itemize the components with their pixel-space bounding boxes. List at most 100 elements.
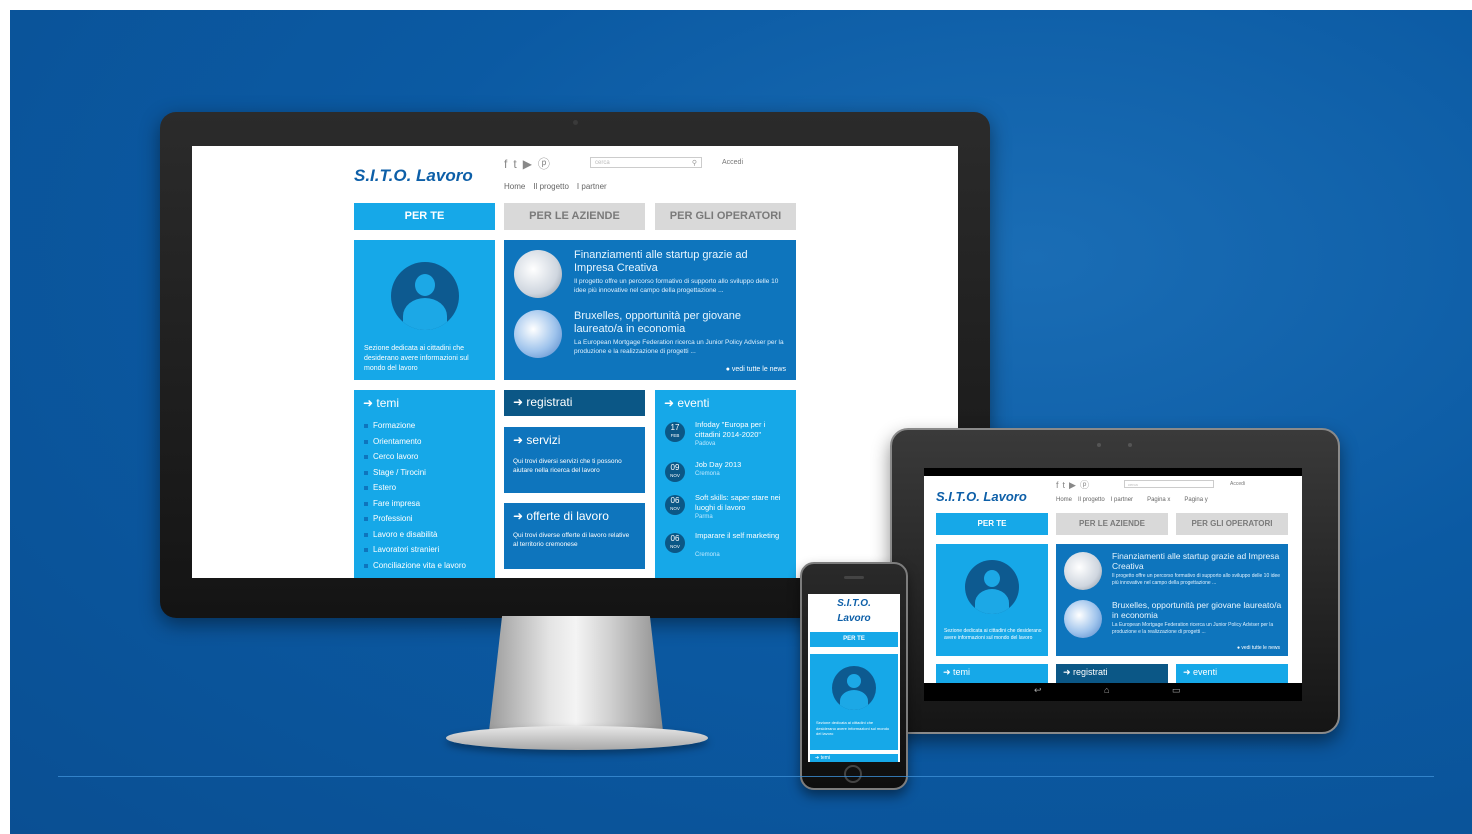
temi-item[interactable]: Cerco lavoro: [364, 449, 466, 465]
per-te-box[interactable]: Sezione dedicata ai cittadini che deside…: [354, 240, 495, 380]
nav-pagina-y[interactable]: Pagina y: [1184, 497, 1207, 503]
per-te-box[interactable]: Sezione dedicata ai cittadini che deside…: [936, 544, 1048, 656]
pinterest-icon[interactable]: ⓟ: [538, 157, 556, 171]
eventi-heading[interactable]: ➜ eventi: [664, 396, 709, 410]
site-logo[interactable]: S.I.T.O. Lavoro: [808, 596, 900, 626]
tab-per-te[interactable]: PER TE: [354, 203, 495, 230]
home-icon[interactable]: ⌂: [1104, 685, 1109, 695]
event-title: Infoday "Europa per i cittadini 2014-202…: [695, 420, 766, 439]
top-nav: Home Il progetto I partner Pagina x Pagina y: [1056, 497, 1208, 503]
temi-item[interactable]: Professioni: [364, 511, 466, 527]
speaker-icon: [844, 576, 864, 579]
nav-home[interactable]: Home: [504, 182, 525, 191]
vedi-news-link[interactable]: ● vedi tutte le news: [726, 366, 786, 373]
login-link[interactable]: Accedi: [722, 159, 743, 166]
temi-item[interactable]: Stage / Tirocini: [364, 465, 466, 481]
user-avatar-icon: [391, 262, 459, 330]
offerte-title: offerte di lavoro: [526, 509, 609, 523]
news-title-2[interactable]: Bruxelles, opportunità per giovane laure…: [574, 310, 784, 336]
news-box: Finanziamenti alle startup grazie ad Imp…: [1056, 544, 1288, 656]
news-title-2[interactable]: Bruxelles, opportunità per giovane laure…: [1112, 600, 1282, 620]
phone-screen: S.I.T.O. Lavoro PER TE Sezione dedicata …: [808, 594, 900, 762]
registrati-label: registrati: [1073, 667, 1108, 677]
per-te-box[interactable]: Sezione dedicata ai cittadini che deside…: [810, 654, 898, 750]
registrati-button[interactable]: ➜ registrati: [1056, 664, 1168, 683]
youtube-icon[interactable]: ▶: [1069, 480, 1080, 490]
site-logo-line-2: Lavoro: [837, 613, 871, 624]
youtube-icon[interactable]: ▶: [523, 157, 538, 171]
news-box: Finanziamenti alle startup grazie ad Imp…: [504, 240, 796, 380]
event-title: Imparare il self marketing: [695, 531, 780, 540]
registrati-button[interactable]: ➜ registrati: [504, 390, 645, 416]
desktop-monitor: S.I.T.O. Lavoro ft▶ⓟ cerca ⚲ Accedi Home…: [160, 112, 990, 618]
temi-item[interactable]: Orientamento: [364, 434, 466, 450]
per-te-description: Sezione dedicata ai cittadini che deside…: [364, 345, 469, 372]
back-icon[interactable]: ↩: [1034, 685, 1042, 696]
event-item[interactable]: 17 FEB Infoday "Europa per i cittadini 20…: [665, 420, 793, 454]
pinterest-icon[interactable]: ⓟ: [1080, 480, 1093, 490]
news-desc-1: Il progetto offre un percorso formativo …: [1112, 573, 1281, 586]
vedi-news-link[interactable]: ● vedi tutte le news: [1237, 645, 1280, 651]
nav-il-progetto[interactable]: Il progetto: [1078, 497, 1105, 503]
tab-per-le-aziende[interactable]: PER LE AZIENDE: [1056, 513, 1168, 535]
temi-box[interactable]: ➜ temi: [936, 664, 1048, 683]
tab-per-te[interactable]: PER TE: [936, 513, 1048, 535]
news-desc-2: La European Mortgage Federation ricerca …: [574, 339, 784, 355]
vedi-news-label: vedi tutte le news: [731, 366, 786, 373]
tablet-website: S.I.T.O. Lavoro ft▶ⓟ cerca Accedi Home Il…: [936, 476, 1290, 683]
temi-heading: ➜ temi: [815, 755, 831, 761]
servizi-heading: ➜ servizi: [513, 433, 561, 447]
tab-per-gli-operatori[interactable]: PER GLI OPERATORI: [655, 203, 796, 230]
temi-heading[interactable]: ➜ temi: [363, 396, 399, 410]
news-thumbnail-businessman[interactable]: [1064, 552, 1102, 590]
temi-item[interactable]: Lavoratori stranieri: [364, 542, 466, 558]
news-title-1[interactable]: Finanziamenti alle startup grazie ad Imp…: [574, 249, 784, 275]
event-place: Padova: [695, 441, 716, 447]
search-input[interactable]: cerca: [1124, 480, 1214, 488]
site-logo[interactable]: S.I.T.O. Lavoro: [354, 166, 473, 186]
servizi-box[interactable]: ➜ servizi Qui trovi diversi servizi che …: [504, 427, 645, 493]
search-icon[interactable]: ⚲: [692, 158, 697, 169]
monitor-stand-base: [446, 726, 708, 750]
temi-box[interactable]: ➜ temi: [810, 754, 898, 762]
registrati-heading: ➜ registrati: [1063, 667, 1108, 677]
temi-list: Formazione Orientamento Cerco lavoro Sta…: [364, 418, 466, 573]
temi-item[interactable]: Conciliazione vita e lavoro: [364, 558, 466, 574]
floor-line: [58, 776, 1434, 777]
event-item[interactable]: 09 NOV Job Day 2013 Cremona: [665, 460, 793, 494]
news-thumbnail-businessman[interactable]: [514, 250, 562, 298]
tab-per-te[interactable]: PER TE: [810, 632, 898, 647]
temi-item[interactable]: Fare impresa: [364, 496, 466, 512]
event-item[interactable]: 06 NOV Imparare il self marketing Cremona: [665, 531, 793, 565]
nav-pagina-x[interactable]: Pagina x: [1147, 497, 1170, 503]
news-thumbnail-chart[interactable]: [1064, 600, 1102, 638]
eventi-heading: ➜ eventi: [1183, 667, 1218, 677]
twitter-icon[interactable]: t: [513, 157, 522, 171]
nav-i-partner[interactable]: I partner: [1111, 497, 1133, 503]
event-item[interactable]: 06 NOV Soft skills: saper stare nei luogh…: [665, 493, 793, 527]
offerte-box[interactable]: ➜ offerte di lavoro Qui trovi diverse of…: [504, 503, 645, 569]
temi-item[interactable]: Estero: [364, 480, 466, 496]
tab-per-le-aziende[interactable]: PER LE AZIENDE: [504, 203, 645, 230]
site-logo[interactable]: S.I.T.O. Lavoro: [936, 489, 1027, 504]
temi-box: ➜ temi Formazione Orientamento Cerco lav…: [354, 390, 495, 578]
eventi-box[interactable]: ➜ eventi: [1176, 664, 1288, 683]
recent-apps-icon[interactable]: ▭: [1172, 685, 1181, 696]
registrati-label: registrati: [526, 395, 573, 409]
home-button[interactable]: [844, 765, 862, 783]
news-title-1[interactable]: Finanziamenti alle startup grazie ad Imp…: [1112, 551, 1282, 571]
search-input[interactable]: cerca ⚲: [590, 157, 702, 168]
tab-per-gli-operatori[interactable]: PER GLI OPERATORI: [1176, 513, 1288, 535]
news-thumbnail-chart[interactable]: [514, 310, 562, 358]
event-date-badge: 17 FEB: [665, 422, 685, 442]
nav-il-progetto[interactable]: Il progetto: [533, 182, 569, 191]
login-link[interactable]: Accedi: [1230, 481, 1245, 487]
facebook-icon[interactable]: f: [504, 157, 513, 171]
nav-home[interactable]: Home: [1056, 497, 1072, 503]
temi-item[interactable]: Lavoro e disabilità: [364, 527, 466, 543]
tablet-screen: S.I.T.O. Lavoro ft▶ⓟ cerca Accedi Home Il…: [924, 468, 1302, 683]
event-title: Soft skills: saper stare nei luoghi di l…: [695, 493, 781, 512]
tablet-status-bar: [924, 468, 1302, 476]
temi-item[interactable]: Formazione: [364, 418, 466, 434]
nav-i-partner[interactable]: I partner: [577, 182, 607, 191]
